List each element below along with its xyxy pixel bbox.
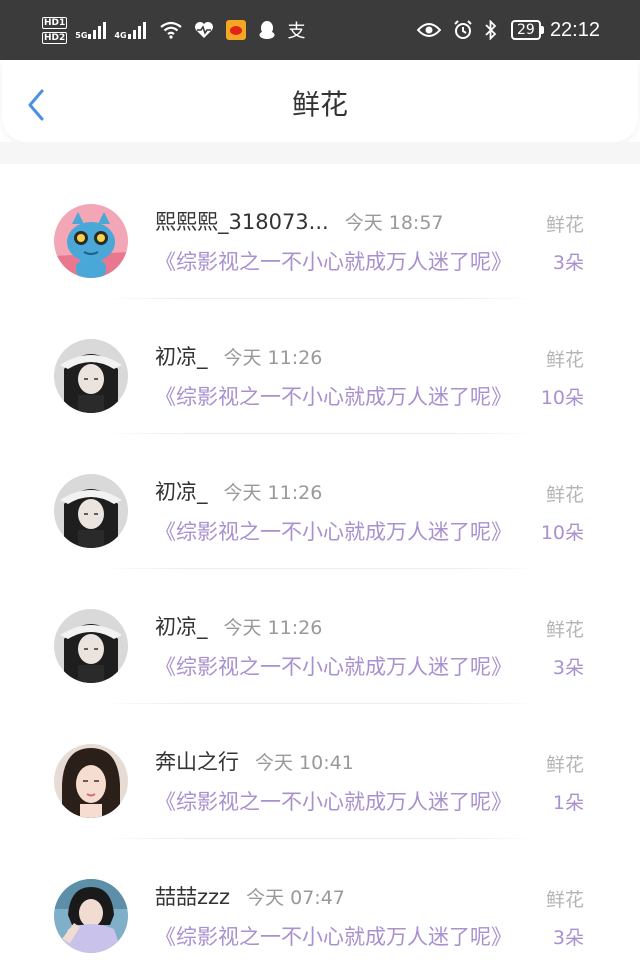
gift-count: 10朵 xyxy=(540,387,584,409)
clock: 22:12 xyxy=(549,18,600,41)
name-line: 初凉_ 今天 11:26 xyxy=(155,476,322,506)
list-item[interactable]: 初凉_ 今天 11:26 《综影视之一不小心就成万人迷了呢》 鲜花 3朵 xyxy=(0,569,640,704)
timestamp: 今天 18:57 xyxy=(344,212,444,234)
book-title[interactable]: 《综影视之一不小心就成万人迷了呢》 xyxy=(155,651,512,681)
name-line: 初凉_ 今天 11:26 xyxy=(155,341,322,371)
network-type-1: 5G xyxy=(75,30,88,40)
header-divider xyxy=(0,142,640,164)
list-item[interactable]: 初凉_ 今天 11:26 《综影视之一不小心就成万人迷了呢》 鲜花 10朵 xyxy=(0,434,640,569)
timestamp: 今天 07:47 xyxy=(246,887,345,909)
list-item[interactable]: 熙熙熙_318073... 今天 18:57 《综影视之一不小心就成万人迷了呢》… xyxy=(0,164,640,299)
user-name[interactable]: 奔山之行 xyxy=(155,746,239,776)
gift-count: 1朵 xyxy=(552,792,584,814)
avatar[interactable] xyxy=(54,879,128,953)
gift-count: 10朵 xyxy=(540,522,584,544)
gift-type: 鲜花 xyxy=(545,889,584,911)
gift-type: 鲜花 xyxy=(545,214,584,236)
wifi-icon xyxy=(159,21,182,39)
gift-count: 3朵 xyxy=(552,252,584,274)
bluetooth-icon xyxy=(485,20,497,40)
signal-strength-icon xyxy=(127,21,146,39)
book-title[interactable]: 《综影视之一不小心就成万人迷了呢》 xyxy=(155,786,512,816)
avatar[interactable] xyxy=(54,474,128,548)
user-name[interactable]: 初凉_ xyxy=(155,476,208,506)
gift-type: 鲜花 xyxy=(545,484,584,506)
avatar[interactable] xyxy=(54,204,128,278)
gift-type: 鲜花 xyxy=(545,349,584,371)
book-title[interactable]: 《综影视之一不小心就成万人迷了呢》 xyxy=(155,921,512,951)
gift-count: 3朵 xyxy=(552,657,584,679)
user-name[interactable]: 初凉_ xyxy=(155,341,208,371)
zhi-icon: 支 xyxy=(287,21,306,42)
alarm-icon xyxy=(453,20,473,40)
heart-rate-icon xyxy=(194,21,214,39)
timestamp: 今天 11:26 xyxy=(223,617,323,639)
qq-penguin-icon xyxy=(258,20,276,40)
title-bar: 鲜花 xyxy=(2,60,638,142)
gift-type: 鲜花 xyxy=(545,619,584,641)
book-title[interactable]: 《综影视之一不小心就成万人迷了呢》 xyxy=(155,516,512,546)
status-bar-left: HD1 HD2 5G 4G 支 xyxy=(42,16,312,44)
name-line: 熙熙熙_318073... 今天 18:57 xyxy=(155,206,444,236)
name-line: 喆喆zzz 今天 07:47 xyxy=(155,881,345,911)
hd-indicator: HD1 HD2 xyxy=(42,16,68,44)
timestamp: 今天 11:26 xyxy=(223,347,323,369)
gift-type: 鲜花 xyxy=(545,754,584,776)
hd2-badge: HD2 xyxy=(42,31,68,44)
avatar[interactable] xyxy=(54,744,128,818)
status-bar-right: 29 22:12 xyxy=(411,19,600,42)
signal-strength-icon xyxy=(88,21,107,39)
list-item[interactable]: 喆喆zzz 今天 07:47 《综影视之一不小心就成万人迷了呢》 鲜花 3朵 xyxy=(0,839,640,974)
avatar[interactable] xyxy=(54,339,128,413)
status-bar: HD1 HD2 5G 4G 支 29 22:12 xyxy=(0,0,640,60)
user-name[interactable]: 熙熙熙_318073... xyxy=(155,206,329,236)
list-item[interactable]: 奔山之行 今天 10:41 《综影视之一不小心就成万人迷了呢》 鲜花 1朵 xyxy=(0,704,640,839)
hd1-badge: HD1 xyxy=(42,16,68,29)
name-line: 初凉_ 今天 11:26 xyxy=(155,611,322,641)
name-line: 奔山之行 今天 10:41 xyxy=(155,746,354,776)
battery-icon: 29 xyxy=(510,20,544,40)
weibo-icon xyxy=(225,20,246,40)
timestamp: 今天 10:41 xyxy=(255,752,354,774)
battery-level: 29 xyxy=(510,20,541,40)
avatar[interactable] xyxy=(54,609,128,683)
eye-icon xyxy=(416,22,441,38)
page-title: 鲜花 xyxy=(291,88,348,121)
user-name[interactable]: 初凉_ xyxy=(155,611,208,641)
timestamp: 今天 11:26 xyxy=(223,482,323,504)
gift-count: 3朵 xyxy=(552,927,584,949)
user-name[interactable]: 喆喆zzz xyxy=(155,881,230,911)
flower-record-list: 熙熙熙_318073... 今天 18:57 《综影视之一不小心就成万人迷了呢》… xyxy=(0,164,640,974)
book-title[interactable]: 《综影视之一不小心就成万人迷了呢》 xyxy=(155,381,512,411)
network-type-2: 4G xyxy=(114,30,127,40)
book-title[interactable]: 《综影视之一不小心就成万人迷了呢》 xyxy=(155,246,512,276)
list-item[interactable]: 初凉_ 今天 11:26 《综影视之一不小心就成万人迷了呢》 鲜花 10朵 xyxy=(0,299,640,434)
